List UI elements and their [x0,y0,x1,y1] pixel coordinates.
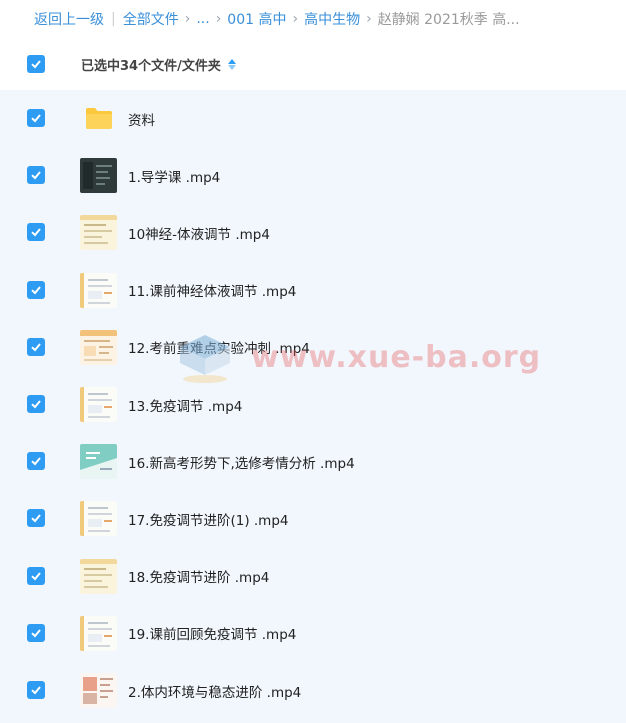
file-name[interactable]: 18.免疫调节进阶 .mp4 [128,548,269,605]
checkmark-icon [31,400,41,409]
list-header: 已选中34个文件/文件夹 [0,38,626,90]
selection-count-label: 已选中34个文件/文件夹 [81,38,236,90]
file-row[interactable]: 10神经-体液调节 .mp4 [0,204,626,261]
file-row[interactable]: 12.考前重难点实验冲刺 .mp4 [0,319,626,376]
row-checkbox[interactable] [27,109,45,127]
checkmark-icon [31,686,41,695]
row-checkbox[interactable] [27,566,45,585]
checkmark-icon [31,457,41,466]
file-row[interactable]: 2.体内环境与稳态进阶 .mp4 [0,662,626,719]
checkmark-icon [31,171,41,180]
selection-text: 已选中34个文件/文件夹 [81,58,221,74]
file-row[interactable]: 11.课前神经体液调节 .mp4 [0,262,626,319]
row-checkbox[interactable] [27,280,45,299]
file-row[interactable]: 19.课前回顾免疫调节 .mp4 [0,605,626,662]
row-checkbox[interactable] [27,509,45,528]
file-name[interactable]: 11.课前神经体液调节 .mp4 [128,262,296,319]
checkmark-icon [31,343,41,352]
file-row[interactable]: 18.免疫调节进阶 .mp4 [0,548,626,605]
checkmark-icon [31,571,41,581]
breadcrumb-all-files[interactable]: 全部文件 [123,9,179,29]
video-thumbnail [80,329,117,365]
checkmark-icon [31,514,41,523]
checkmark-icon [31,285,41,295]
video-thumbnail [80,558,117,594]
file-list: 资料 1.导学课 .mp4 10神经-体液调节 .mp4 11.课前神经体液调节 .m… [0,90,626,723]
video-thumbnail [80,272,117,308]
chevron-right-icon: › [292,11,299,27]
file-name[interactable]: 资料 [128,90,155,147]
chevron-right-icon: › [184,11,191,27]
file-name[interactable]: 1.导学课 .mp4 [128,147,220,204]
chevron-right-icon: › [215,11,222,27]
folder-icon [86,108,112,129]
chevron-right-icon: › [366,11,372,27]
file-name[interactable]: 12.考前重难点实验冲刺 .mp4 [128,319,310,376]
breadcrumb: 返回上一级 | 全部文件 › ... › 001 高中 › 高中生物 › 赵静娴… [0,0,626,38]
row-checkbox[interactable] [27,452,45,471]
breadcrumb-divider: | [111,11,116,27]
breadcrumb-item-gaozhong[interactable]: 001 高中 [227,9,286,29]
row-checkbox[interactable] [27,223,45,242]
breadcrumb-ellipsis[interactable]: ... [196,11,209,27]
file-row[interactable]: 13.免疫调节 .mp4 [0,376,626,433]
video-thumbnail [80,387,117,422]
file-name[interactable]: 19.课前回顾免疫调节 .mp4 [128,605,296,662]
row-checkbox[interactable] [27,337,45,356]
select-all-checkbox[interactable] [27,55,45,73]
breadcrumb-current: 赵静娴 2021秋季 高... [377,12,520,28]
file-name[interactable]: 16.新高考形势下,选修考情分析 .mp4 [128,433,355,490]
checkmark-icon [31,60,41,69]
file-name[interactable]: 13.免疫调节 .mp4 [128,376,242,433]
sort-icon[interactable] [227,58,236,70]
file-name[interactable]: 17.免疫调节进阶(1) .mp4 [128,490,288,547]
file-name[interactable]: 10神经-体液调节 .mp4 [128,204,270,261]
row-checkbox[interactable] [27,166,45,185]
video-thumbnail [80,158,117,194]
checkmark-icon [31,114,41,123]
video-thumbnail [80,673,117,708]
back-link[interactable]: 返回上一级 [34,9,104,29]
file-row[interactable]: 1.导学课 .mp4 [0,147,626,204]
video-thumbnail [80,501,117,537]
breadcrumb-item-biology[interactable]: 高中生物 [304,9,360,29]
row-checkbox[interactable] [27,395,45,413]
row-checkbox[interactable] [27,681,45,699]
row-checkbox[interactable] [27,623,45,642]
folder-row[interactable]: 资料 [0,90,626,147]
checkmark-icon [31,629,41,638]
video-thumbnail [80,215,117,251]
checkmark-icon [31,228,41,237]
file-row[interactable]: 16.新高考形势下,选修考情分析 .mp4 [0,433,626,490]
file-name[interactable]: 2.体内环境与稳态进阶 .mp4 [128,662,301,719]
file-row[interactable]: 17.免疫调节进阶(1) .mp4 [0,490,626,547]
video-thumbnail [80,615,117,651]
video-thumbnail [80,444,117,480]
